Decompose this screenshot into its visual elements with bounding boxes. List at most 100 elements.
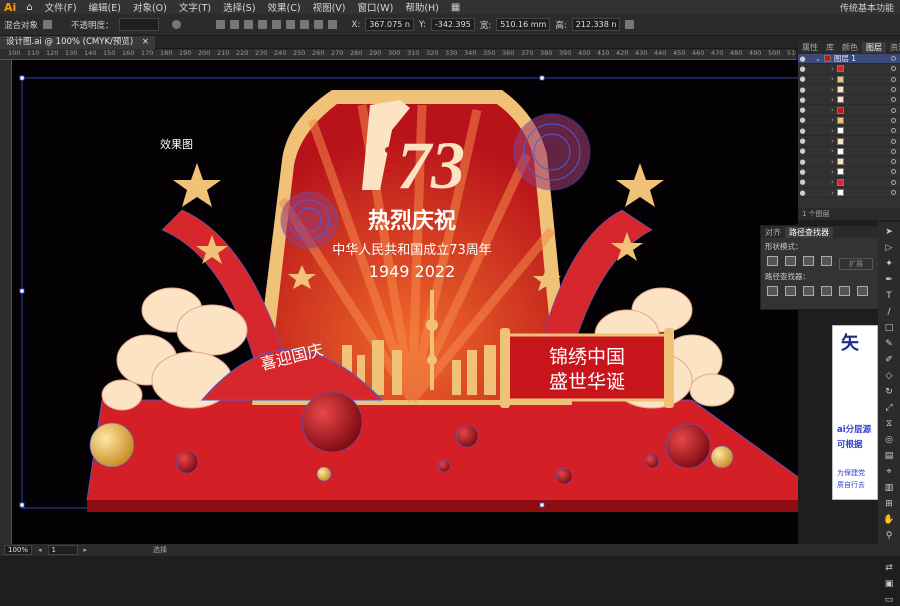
- target-circle-icon[interactable]: [891, 179, 896, 185]
- artboard-tool-icon[interactable]: ⊞: [883, 498, 896, 510]
- exclude-icon[interactable]: [821, 256, 832, 266]
- sublayer-row[interactable]: ● ›: [798, 64, 900, 75]
- target-circle-icon[interactable]: [891, 169, 896, 175]
- tab-libraries[interactable]: 库: [822, 42, 838, 53]
- width-field[interactable]: 510.16 mm: [496, 18, 551, 31]
- graph-tool-icon[interactable]: ▥: [883, 482, 896, 494]
- scale-tool-icon[interactable]: ⤢: [883, 402, 896, 414]
- pencil-tool-icon[interactable]: ✐: [883, 354, 896, 366]
- home-icon[interactable]: ⌂: [20, 2, 38, 13]
- visibility-eye-icon[interactable]: ●: [798, 55, 807, 63]
- distribute-v-icon[interactable]: [327, 20, 337, 29]
- tab-pathfinder[interactable]: 路径查找器: [785, 226, 833, 238]
- menu-object[interactable]: 对象(O): [127, 0, 173, 14]
- target-circle-icon[interactable]: [891, 56, 896, 62]
- opacity-field[interactable]: [118, 18, 159, 31]
- eraser-tool-icon[interactable]: ◇: [883, 370, 896, 382]
- minus-back-icon[interactable]: [857, 286, 868, 296]
- expand-button[interactable]: 扩展: [839, 258, 873, 270]
- merge-icon[interactable]: [803, 286, 814, 296]
- sublayer-row[interactable]: ● ›: [798, 126, 900, 137]
- expand-chevron-icon[interactable]: ⌄: [815, 55, 821, 63]
- expand-chevron-icon[interactable]: ›: [831, 137, 834, 145]
- rotate-view-icon[interactable]: ◂: [38, 546, 42, 554]
- align-middle-icon[interactable]: [271, 20, 281, 29]
- next-page-icon[interactable]: ▸: [84, 546, 88, 554]
- rectangle-tool-icon[interactable]: □: [883, 322, 896, 334]
- width-tool-icon[interactable]: ⧖: [883, 418, 896, 430]
- visibility-eye-icon[interactable]: ●: [798, 86, 807, 94]
- sublayer-row[interactable]: ● ›: [798, 147, 900, 157]
- menu-help[interactable]: 帮助(H): [399, 0, 445, 14]
- layer-row-top[interactable]: ● ⌄ 图层 1: [798, 54, 900, 65]
- target-circle-icon[interactable]: [891, 117, 896, 123]
- visibility-eye-icon[interactable]: ●: [798, 178, 807, 186]
- screen-mode-icon[interactable]: ▭: [883, 594, 896, 606]
- sublayer-row[interactable]: ● ›: [798, 157, 900, 168]
- unite-icon[interactable]: [767, 256, 778, 266]
- eyedropper-icon[interactable]: ⌖: [883, 466, 896, 478]
- swap-colors-icon[interactable]: ⇄: [883, 562, 896, 574]
- target-circle-icon[interactable]: [891, 148, 896, 154]
- distribute-h-icon[interactable]: [313, 20, 323, 29]
- align-center-icon[interactable]: [229, 20, 239, 29]
- rotate-tool-icon[interactable]: ↻: [883, 386, 896, 398]
- menu-window[interactable]: 窗口(W): [352, 0, 400, 14]
- sublayer-row[interactable]: ● ›: [798, 85, 900, 96]
- stroke-swatch-icon[interactable]: [43, 20, 53, 29]
- y-field[interactable]: -342.395: [430, 18, 475, 31]
- tab-align[interactable]: 对齐: [761, 227, 785, 238]
- magic-wand-icon[interactable]: ✦: [883, 258, 896, 270]
- type-tool-icon[interactable]: T: [883, 290, 896, 302]
- sublayer-row[interactable]: ● ›: [798, 188, 900, 199]
- target-circle-icon[interactable]: [891, 107, 896, 113]
- menu-file[interactable]: 文件(F): [39, 0, 83, 14]
- expand-chevron-icon[interactable]: ›: [831, 65, 834, 73]
- expand-chevron-icon[interactable]: ›: [831, 127, 834, 135]
- sublayer-row[interactable]: ● ›: [798, 116, 900, 127]
- zoom-field[interactable]: 100%: [4, 545, 33, 555]
- outline-icon[interactable]: [839, 286, 850, 296]
- draw-mode-icon[interactable]: ▣: [883, 578, 896, 590]
- align-right-icon[interactable]: [243, 20, 253, 29]
- visibility-eye-icon[interactable]: ●: [798, 116, 807, 124]
- artwork-svg[interactable]: 效果图 73 热烈庆祝 中华人民共和国成立73周年 1949 2022 喜迎国庆…: [12, 60, 798, 544]
- sublayer-row[interactable]: ● ›: [798, 136, 900, 147]
- target-circle-icon[interactable]: [891, 66, 896, 72]
- target-circle-icon[interactable]: [891, 87, 896, 93]
- selection-tool-icon[interactable]: ➤: [883, 226, 896, 238]
- visibility-eye-icon[interactable]: ●: [798, 158, 807, 166]
- gradient-tool-icon[interactable]: ▤: [883, 450, 896, 462]
- trim-icon[interactable]: [785, 286, 796, 296]
- page-field[interactable]: 1: [47, 545, 78, 555]
- visibility-eye-icon[interactable]: ●: [798, 127, 807, 135]
- recolor-icon[interactable]: [171, 20, 181, 29]
- target-circle-icon[interactable]: [891, 138, 896, 144]
- expand-chevron-icon[interactable]: ›: [831, 86, 834, 94]
- visibility-eye-icon[interactable]: ●: [798, 65, 807, 73]
- vertical-ruler[interactable]: [0, 60, 12, 544]
- sublayer-row[interactable]: ● ›: [798, 95, 900, 106]
- pen-tool-icon[interactable]: ✒: [883, 274, 896, 286]
- visibility-eye-icon[interactable]: ●: [798, 106, 807, 114]
- line-tool-icon[interactable]: /: [883, 306, 896, 318]
- brush-tool-icon[interactable]: ✎: [883, 338, 896, 350]
- divide-icon[interactable]: [767, 286, 778, 296]
- tab-color[interactable]: 颜色: [838, 42, 862, 53]
- tab-properties[interactable]: 属性: [798, 42, 822, 53]
- sublayer-row[interactable]: ● ›: [798, 178, 900, 188]
- height-field[interactable]: 212.338 n: [571, 18, 621, 31]
- crop-icon[interactable]: [821, 286, 832, 296]
- tab-assets[interactable]: 资源: [886, 42, 900, 53]
- visibility-eye-icon[interactable]: ●: [798, 189, 807, 197]
- visibility-eye-icon[interactable]: ●: [798, 147, 807, 155]
- distribute-icon[interactable]: [299, 20, 309, 29]
- expand-chevron-icon[interactable]: ›: [831, 168, 834, 176]
- zoom-tool-icon[interactable]: ⚲: [883, 530, 896, 542]
- menu-edit[interactable]: 编辑(E): [83, 0, 127, 14]
- expand-chevron-icon[interactable]: ›: [831, 189, 834, 197]
- align-left-icon[interactable]: [215, 20, 225, 29]
- hand-tool-icon[interactable]: ✋: [883, 514, 896, 526]
- expand-chevron-icon[interactable]: ›: [831, 106, 834, 114]
- align-bottom-icon[interactable]: [285, 20, 295, 29]
